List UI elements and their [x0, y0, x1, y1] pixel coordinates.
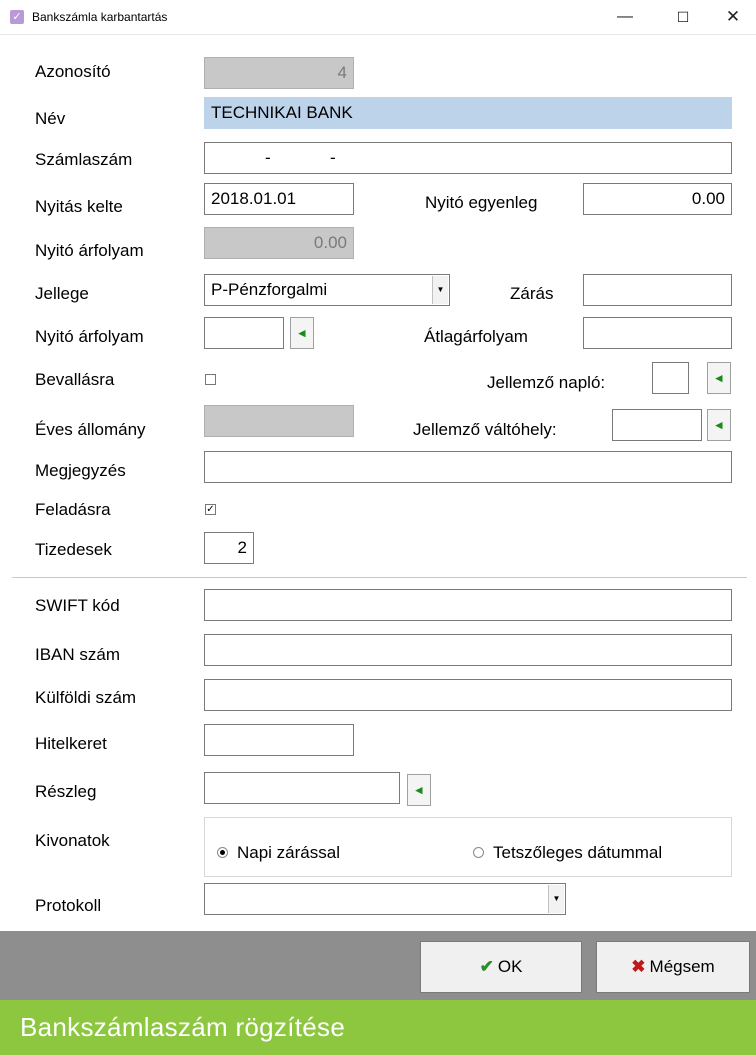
nyitas-kelte-label: Nyitás kelte — [35, 197, 123, 216]
napi-zarassal-radio[interactable] — [217, 847, 228, 858]
megjegyzes-input[interactable] — [204, 451, 732, 483]
minimize-button[interactable]: — — [602, 0, 648, 34]
hitelkeret-input[interactable] — [204, 724, 354, 756]
nyito-arfolyam-input[interactable] — [204, 317, 284, 349]
zaras-label: Zárás — [510, 284, 554, 303]
nyito-egyenleg-label: Nyitó egyenleg — [425, 193, 538, 212]
reszleg-input[interactable] — [204, 772, 400, 804]
jellege-value: P-Pénzforgalmi — [211, 280, 328, 299]
nyito-arfolyam-label: Nyitó árfolyam — [35, 327, 144, 346]
eves-allomany-field — [204, 405, 354, 437]
tizedesek-label: Tizedesek — [35, 540, 112, 559]
cancel-button-label: Mégsem — [649, 957, 715, 976]
feladasra-label: Feladásra — [35, 500, 111, 519]
iban-input[interactable] — [204, 634, 732, 666]
page-caption: Bankszámlaszám rögzítése — [0, 1000, 756, 1055]
kulfoldi-szam-label: Külföldi szám — [35, 688, 137, 707]
ok-button-label: OK — [497, 957, 523, 976]
cancel-button[interactable]: ✖ Mégsem — [596, 941, 750, 993]
jellemzo-naplo-input[interactable] — [652, 362, 689, 394]
lookup-arrow-button[interactable]: ◂ — [290, 317, 314, 349]
protokoll-label: Protokoll — [35, 896, 102, 915]
zaras-input[interactable] — [583, 274, 732, 306]
jellege-label: Jellege — [35, 284, 89, 303]
nev-label: Név — [35, 109, 66, 128]
window-title: Bankszámla karbantartás — [32, 10, 168, 24]
szamlaszam-input[interactable]: - - — [204, 142, 732, 174]
checkmark-icon: ✔ — [479, 957, 494, 976]
napi-zarassal-label[interactable]: Napi zárással — [237, 843, 340, 863]
ok-button[interactable]: ✔ OK — [420, 941, 582, 993]
check-app-icon: ✓ — [10, 10, 24, 24]
nyito-arfolyam-ro-field: 0.00 — [204, 227, 354, 259]
azonosito-field: 4 — [204, 57, 354, 89]
nev-input[interactable]: TECHNIKAI BANK — [204, 97, 732, 129]
hitelkeret-label: Hitelkeret — [35, 734, 107, 753]
kulfoldi-szam-input[interactable] — [204, 679, 732, 711]
jellemzo-valtohely-label: Jellemző váltóhely: — [413, 420, 557, 439]
close-button[interactable]: ✕ — [710, 0, 756, 34]
dialog-window: ✓ Bankszámla karbantartás — ☐ ✕ Azonosít… — [0, 0, 756, 1000]
bevallasra-label: Bevallásra — [35, 370, 115, 389]
x-mark-icon: ✖ — [631, 957, 646, 976]
jellemzo-valtohely-input[interactable] — [612, 409, 702, 441]
title-bar: ✓ Bankszámla karbantartás — ☐ ✕ — [0, 0, 756, 35]
atlagarfolyam-input[interactable] — [583, 317, 732, 349]
eves-allomany-label: Éves állomány — [35, 420, 146, 439]
atlagarfolyam-label: Átlagárfolyam — [424, 327, 528, 346]
chevron-down-icon[interactable]: ▼ — [432, 276, 448, 304]
feladasra-checkbox[interactable]: ✓ — [205, 504, 216, 515]
tetszoleges-datummal-label[interactable]: Tetszőleges dátummal — [493, 843, 662, 863]
swift-input[interactable] — [204, 589, 732, 621]
arrow-left-icon: ◂ — [715, 417, 723, 432]
megjegyzes-label: Megjegyzés — [35, 461, 126, 480]
nyito-egyenleg-input[interactable]: 0.00 — [583, 183, 732, 215]
jellemzo-naplo-label: Jellemző napló: — [487, 373, 606, 392]
lookup-arrow-button[interactable]: ◂ — [407, 774, 431, 806]
arrow-left-icon: ◂ — [715, 370, 723, 385]
maximize-button[interactable]: ☐ — [660, 0, 706, 34]
lookup-arrow-button[interactable]: ◂ — [707, 409, 731, 441]
szamlaszam-separator: - — [330, 148, 336, 167]
jellege-select[interactable]: P-Pénzforgalmi ▼ — [204, 274, 450, 306]
szamlaszam-label: Számlaszám — [35, 150, 133, 169]
iban-label: IBAN szám — [35, 645, 121, 664]
bevallasra-checkbox[interactable] — [205, 374, 216, 385]
arrow-left-icon: ◂ — [415, 782, 423, 797]
lookup-arrow-button[interactable]: ◂ — [707, 362, 731, 394]
nyito-arfolyam-ro-label: Nyitó árfolyam — [35, 241, 144, 260]
reszleg-label: Részleg — [35, 782, 97, 801]
tizedesek-input[interactable]: 2 — [204, 532, 254, 564]
kivonatok-group: Napi zárással Tetszőleges dátummal — [204, 817, 732, 877]
swift-label: SWIFT kód — [35, 596, 120, 615]
arrow-left-icon: ◂ — [298, 325, 306, 340]
tetszoleges-datummal-radio[interactable] — [473, 847, 484, 858]
protokoll-select[interactable]: ▼ — [204, 883, 566, 915]
chevron-down-icon[interactable]: ▼ — [548, 885, 564, 913]
szamlaszam-separator: - — [265, 148, 271, 167]
kivonatok-label: Kivonatok — [35, 831, 110, 850]
section-divider — [12, 577, 747, 579]
nyitas-kelte-input[interactable]: 2018.01.01 — [204, 183, 354, 215]
azonosito-label: Azonosító — [35, 62, 111, 81]
